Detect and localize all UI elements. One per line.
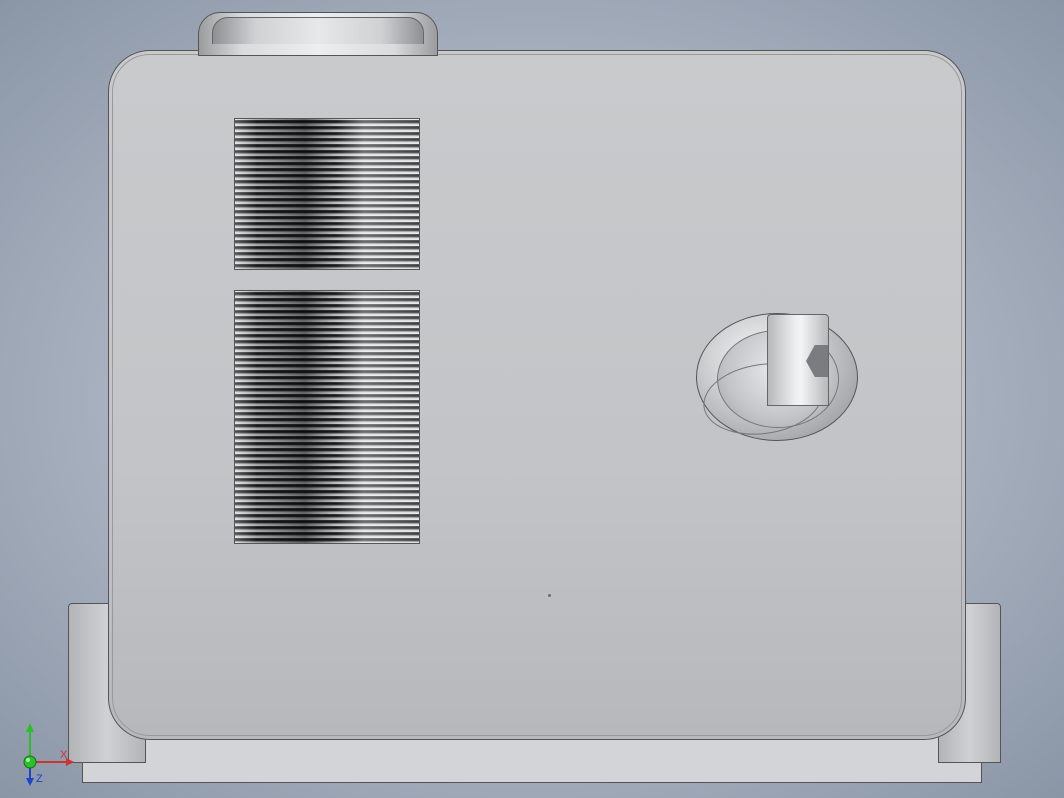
orientation-triad[interactable]: X Z <box>16 716 86 786</box>
vent-grill-upper <box>234 118 420 270</box>
circular-opening <box>696 313 858 441</box>
y-axis-arrow <box>26 723 34 732</box>
z-axis-arrow <box>26 778 34 786</box>
grill-shade <box>235 119 419 269</box>
z-axis-label: Z <box>36 773 43 785</box>
grill-shade <box>235 291 419 543</box>
x-axis-label: X <box>60 749 68 761</box>
triad-origin <box>24 756 36 768</box>
cad-viewport[interactable]: X Z <box>0 0 1064 798</box>
top-boss-seam <box>198 44 438 56</box>
shaft-keyway <box>806 345 828 377</box>
triad-svg: X Z <box>16 716 86 786</box>
internal-shaft <box>767 314 829 406</box>
center-mark <box>548 594 551 597</box>
triad-origin-highlight <box>26 758 30 762</box>
vent-grill-lower <box>234 290 420 544</box>
